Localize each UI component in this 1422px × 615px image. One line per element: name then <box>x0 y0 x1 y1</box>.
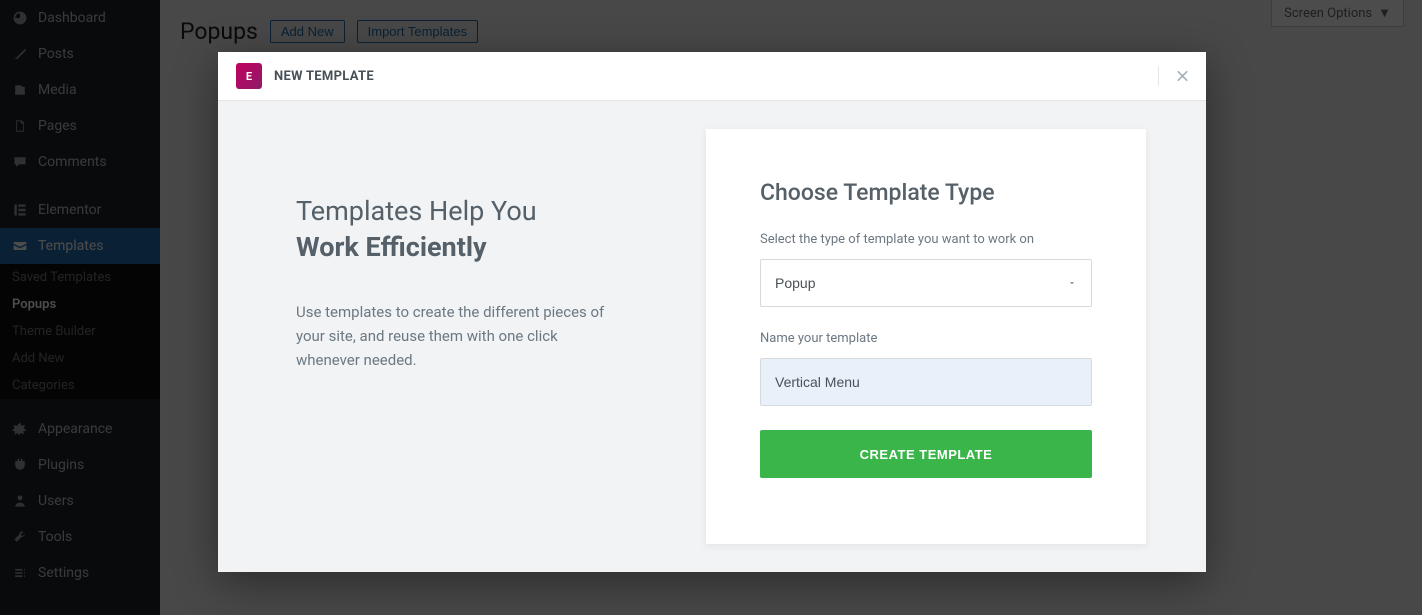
headline-line2: Work Efficiently <box>296 229 656 265</box>
headline-line1: Templates Help You <box>296 195 537 227</box>
modal-header-left: E NEW TEMPLATE <box>236 63 374 89</box>
create-template-button[interactable]: CREATE TEMPLATE <box>760 430 1092 478</box>
modal-header: E NEW TEMPLATE <box>218 52 1206 101</box>
name-label: Name your template <box>760 331 1092 346</box>
template-type-select[interactable]: Popup <box>760 259 1092 307</box>
new-template-modal: E NEW TEMPLATE Templates Help You Work E… <box>218 52 1206 572</box>
modal-description: Use templates to create the different pi… <box>296 300 606 372</box>
elementor-logo-icon: E <box>236 63 262 89</box>
modal-form-panel: Choose Template Type Select the type of … <box>706 129 1146 544</box>
modal-title: NEW TEMPLATE <box>274 69 374 84</box>
close-icon[interactable] <box>1158 66 1188 86</box>
type-label: Select the type of template you want to … <box>760 232 1092 247</box>
modal-headline: Templates Help You Work Efficiently <box>296 193 656 266</box>
modal-info-panel: Templates Help You Work Efficiently Use … <box>218 101 706 572</box>
template-name-input[interactable] <box>760 358 1092 406</box>
modal-body: Templates Help You Work Efficiently Use … <box>218 101 1206 572</box>
form-title: Choose Template Type <box>760 179 1092 206</box>
